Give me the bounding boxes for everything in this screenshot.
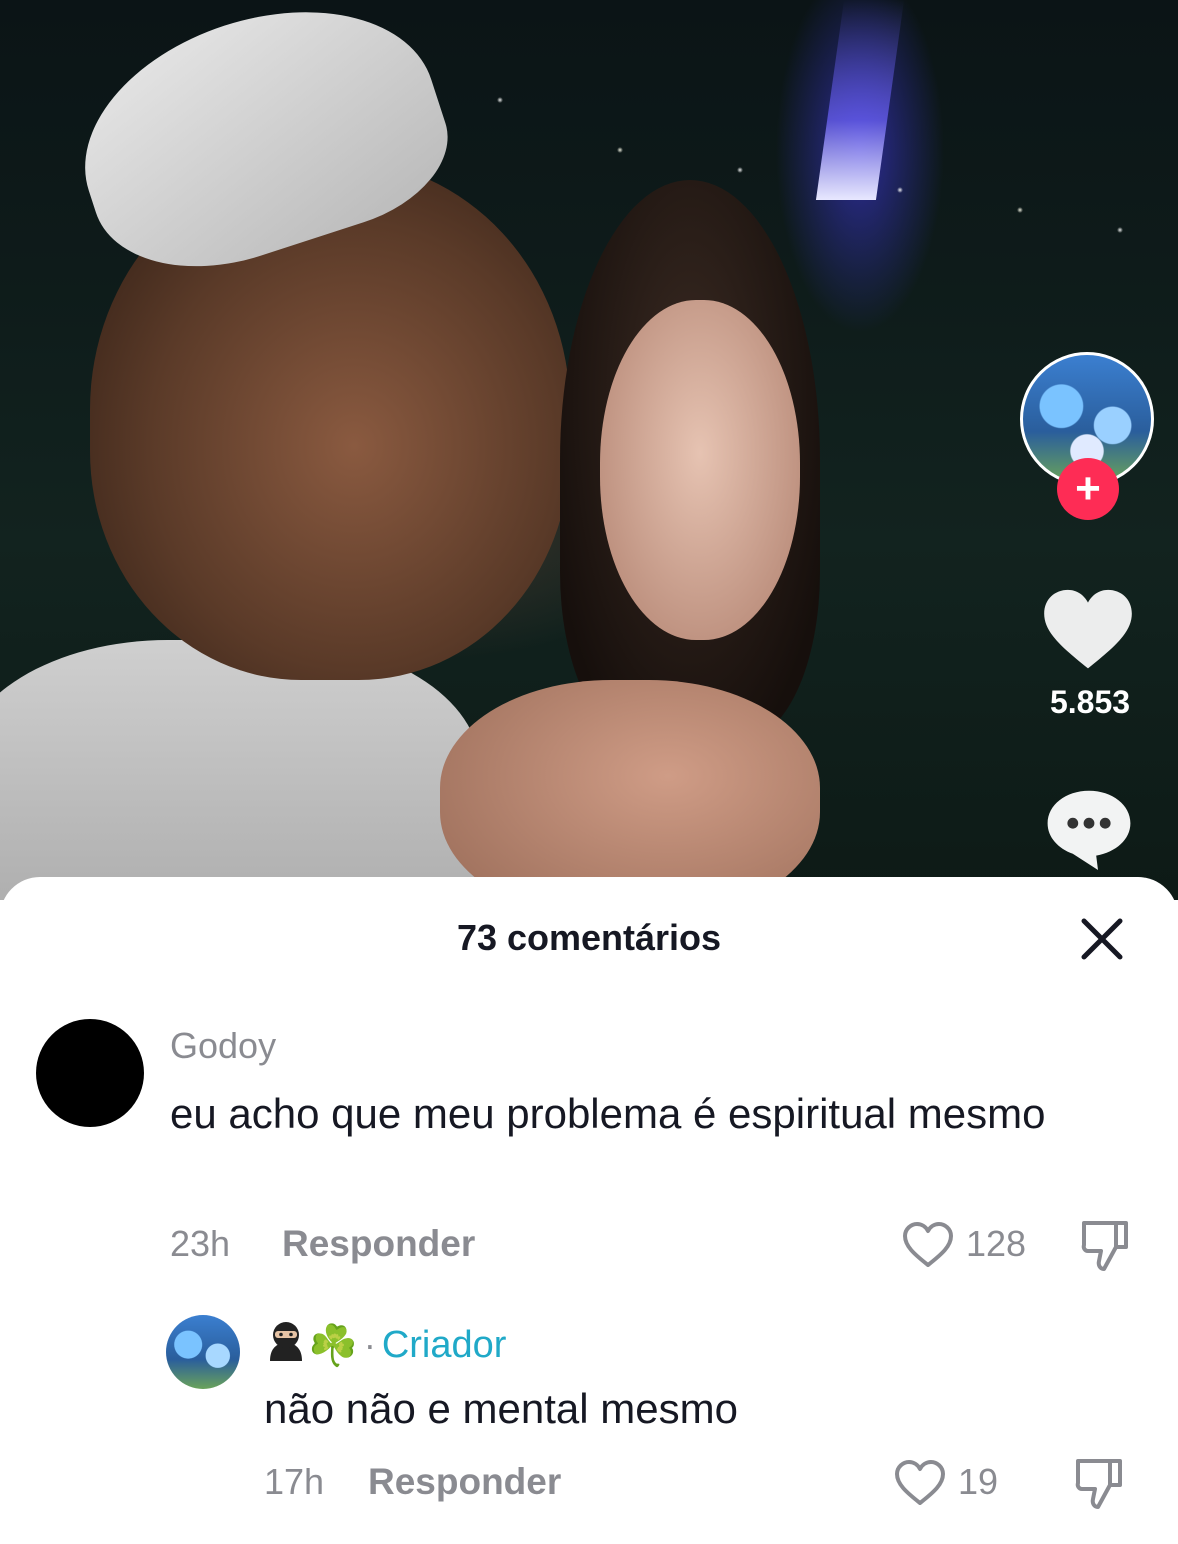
comment-username-creator[interactable]: ☘️ · Criador: [264, 1321, 506, 1369]
avatar[interactable]: [36, 1019, 144, 1127]
comment-timestamp: 23h: [170, 1223, 231, 1264]
comment-bubble-icon[interactable]: [1044, 787, 1134, 872]
close-icon[interactable]: [1078, 915, 1126, 963]
reply-button[interactable]: Responder: [368, 1461, 561, 1503]
comment-like-count: 128: [966, 1223, 1027, 1264]
heart-outline-icon[interactable]: [902, 1221, 954, 1269]
comments-count-title: 73 comentários: [456, 917, 722, 958]
comment-like-count: 19: [958, 1461, 999, 1502]
city-lights: [380, 60, 1178, 250]
clover-emoji: ☘️: [308, 1323, 358, 1368]
comment-timestamp: 17h: [264, 1461, 325, 1502]
follow-button[interactable]: +: [1057, 458, 1119, 520]
thumbs-down-icon[interactable]: [1080, 1217, 1132, 1273]
creator-badge: Criador: [381, 1323, 507, 1366]
comment-text: eu acho que meu problema é espiritual me…: [170, 1090, 1046, 1137]
comment-username[interactable]: Godoy: [170, 1025, 276, 1067]
like-count: 5.853: [1049, 684, 1131, 720]
comment-text: não não e mental mesmo: [264, 1385, 738, 1432]
comments-sheet: 73 comentários Godoy eu acho que meu pro…: [0, 877, 1178, 1544]
thumbs-down-icon[interactable]: [1074, 1455, 1126, 1511]
heart-icon[interactable]: [1042, 588, 1134, 672]
ninja-emoji: [270, 1322, 302, 1362]
separator-dot: ·: [363, 1324, 376, 1366]
person-face-2: [600, 300, 800, 640]
reply-button[interactable]: Responder: [282, 1223, 475, 1265]
video-player[interactable]: + 5.853: [0, 0, 1178, 900]
person-shirt: [0, 640, 480, 900]
person-hand: [440, 680, 820, 900]
plus-icon: +: [1075, 464, 1101, 513]
heart-outline-icon[interactable]: [894, 1459, 946, 1507]
creator-avatar-small[interactable]: [166, 1315, 240, 1389]
